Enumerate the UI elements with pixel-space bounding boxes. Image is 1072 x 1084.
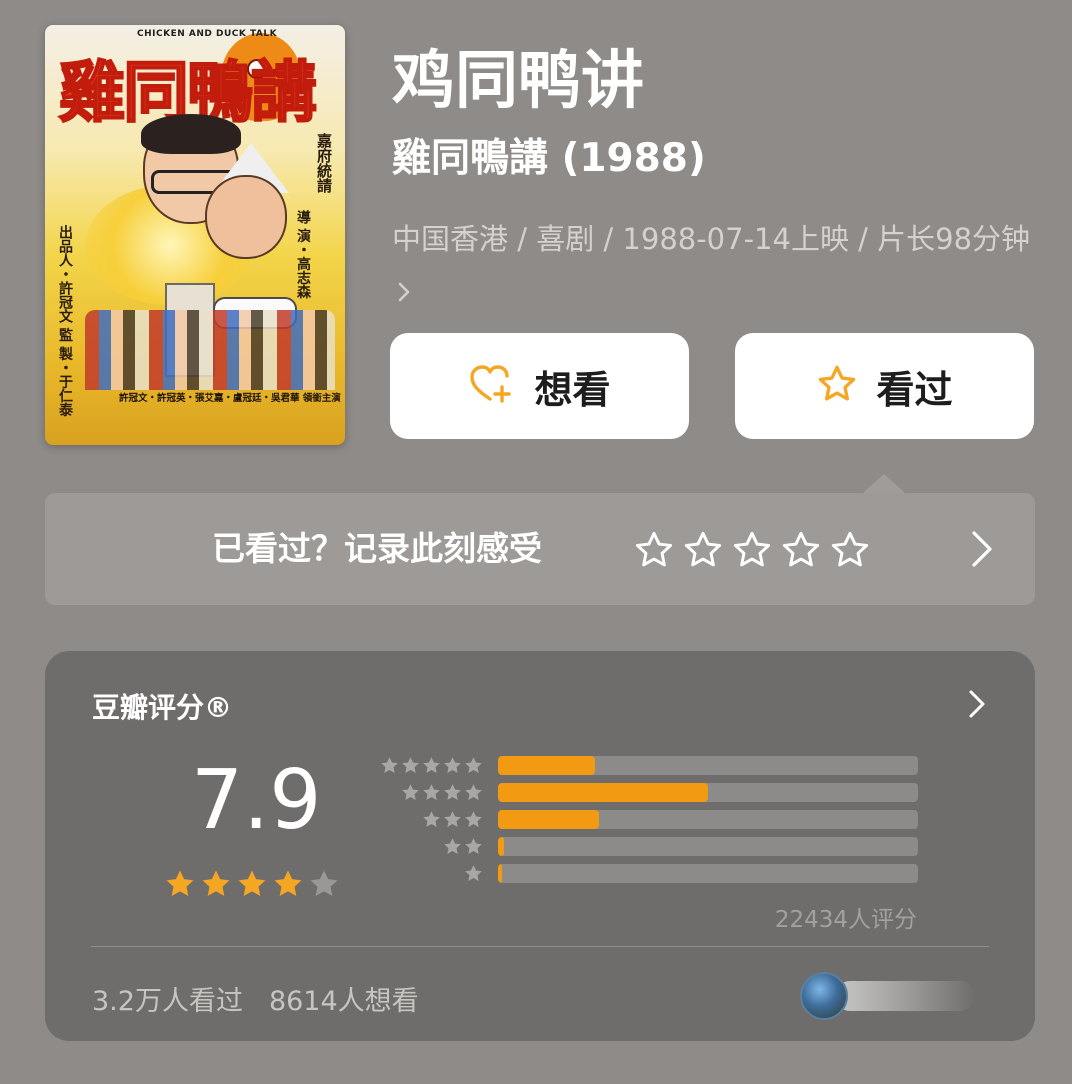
distribution-bar-track <box>498 810 918 829</box>
watched-count: 3.2万人看过 <box>92 986 243 1017</box>
star-filled-icon <box>274 870 302 897</box>
wish-count: 8614人想看 <box>268 986 419 1017</box>
star-small-icon <box>423 811 440 827</box>
star-filled-icon <box>202 870 230 897</box>
chevron-right-icon[interactable] <box>967 689 987 723</box>
star-small-icon <box>423 784 440 800</box>
poster-face-illustration-2 <box>205 175 287 259</box>
heart-plus-icon <box>468 363 516 409</box>
star-outline-icon[interactable] <box>829 529 871 571</box>
poster-credit-producer: 出品人・許冠文 監 製・于仁泰 <box>57 225 73 417</box>
star-small-icon <box>465 865 482 881</box>
watched-label: 看过 <box>876 367 953 412</box>
avatar-stack-fade <box>835 981 975 1011</box>
watch-stats: 3.2万人看过 8614人想看 <box>92 979 419 1018</box>
chevron-right-icon[interactable] <box>969 529 995 573</box>
distribution-bar-fill-4 <box>498 783 708 802</box>
poster-credit-presenter: 嘉府統請 <box>315 133 333 193</box>
poster-crowd-illustration <box>85 310 335 390</box>
star-small-icon <box>444 757 461 773</box>
distribution-bar-track <box>498 783 918 802</box>
distribution-bar-fill-5 <box>498 756 595 775</box>
star-small-icon <box>423 757 440 773</box>
douban-rating-panel[interactable]: 豆瓣评分® 7.9 22434人评分 3.2万人看过 8614人想看 <box>45 651 1035 1041</box>
rate-prompt-text: 已看过？记录此刻感受 <box>212 529 542 568</box>
star-small-icon <box>465 811 482 827</box>
distribution-bar-fill-2 <box>498 837 505 856</box>
callout-pointer <box>862 474 906 494</box>
distribution-bar-track <box>498 837 918 856</box>
rate-prompt-bar[interactable]: 已看过？记录此刻感受 <box>45 493 1035 605</box>
user-avatar[interactable] <box>800 972 848 1020</box>
distribution-stars-5 <box>378 755 484 776</box>
distribution-stars-1 <box>378 863 484 884</box>
poster-english-title: CHICKEN AND DUCK TALK <box>137 29 278 39</box>
rating-score: 7.9 <box>191 753 322 848</box>
star-outline-icon[interactable] <box>780 529 822 571</box>
movie-title: 鸡同鸭讲 <box>392 44 644 117</box>
star-small-icon <box>465 757 482 773</box>
movie-meta-info[interactable]: 中国香港 / 喜剧 / 1988-07-14上映 / 片长98分钟 <box>392 212 1032 320</box>
distribution-bar-track <box>498 864 918 883</box>
poster-credit-director: 導 演・高志森 <box>295 210 311 299</box>
star-small-icon <box>444 811 461 827</box>
movie-original-title: 雞同鴨講 (1988) <box>392 136 706 181</box>
rating-panel-title: 豆瓣评分® <box>92 691 233 724</box>
poster-credit-cast: 許冠文・許冠英・張艾嘉・盧冠廷・吳君華 領銜主演 <box>119 393 341 404</box>
want-to-watch-label: 想看 <box>534 367 611 412</box>
star-empty-icon <box>310 870 338 897</box>
distribution-bar-track <box>498 756 918 775</box>
distribution-stars-3 <box>378 809 484 830</box>
distribution-stars-2 <box>378 836 484 857</box>
star-small-icon <box>381 757 398 773</box>
rating-score-stars <box>163 867 341 901</box>
star-small-icon <box>465 838 482 854</box>
star-filled-icon <box>166 870 194 897</box>
star-outline-icon[interactable] <box>682 529 724 571</box>
rate-star-picker[interactable] <box>633 529 871 571</box>
distribution-stars-4 <box>378 782 484 803</box>
star-small-icon <box>465 784 482 800</box>
movie-meta-text: 中国香港 / 喜剧 / 1988-07-14上映 / 片长98分钟 <box>392 222 1031 256</box>
want-to-watch-button[interactable]: 想看 <box>390 333 689 439</box>
distribution-bar-fill-3 <box>498 810 599 829</box>
chevron-right-icon <box>396 266 412 320</box>
divider <box>91 946 989 947</box>
star-filled-icon <box>238 870 266 897</box>
star-small-icon <box>402 784 419 800</box>
movie-poster[interactable]: CHICKEN AND DUCK TALK 雞同鴨講 嘉府統請 導 演・高志森 … <box>45 25 345 445</box>
star-outline-icon[interactable] <box>731 529 773 571</box>
star-small-icon <box>402 757 419 773</box>
star-small-icon <box>444 784 461 800</box>
watched-button[interactable]: 看过 <box>735 333 1034 439</box>
distribution-bar-fill-1 <box>498 864 503 883</box>
rating-count: 22434人评分 <box>774 907 917 933</box>
star-outline-icon[interactable] <box>633 529 675 571</box>
star-outline-icon <box>816 363 858 409</box>
star-small-icon <box>444 838 461 854</box>
